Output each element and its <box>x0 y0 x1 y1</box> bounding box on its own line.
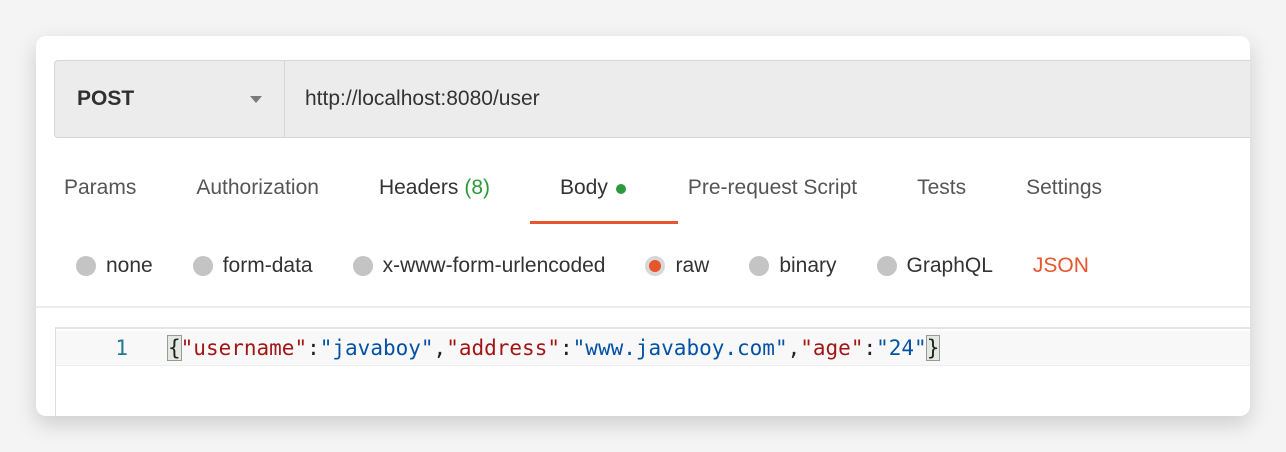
tab-label: Headers <box>378 176 459 199</box>
tab-headers[interactable]: Headers (8) <box>379 176 490 226</box>
radio-label: binary <box>779 254 837 277</box>
colon: : <box>307 336 320 360</box>
tab-label: Pre-request Script <box>687 176 858 199</box>
active-tab-underline <box>530 221 678 224</box>
method-select[interactable]: POST <box>55 61 285 137</box>
colon: : <box>863 336 877 360</box>
comma: , <box>787 336 801 360</box>
tab-label: Body <box>560 176 608 199</box>
radio-x-www-form-urlencoded[interactable]: x-www-form-urlencoded <box>352 254 606 278</box>
json-key: "age" <box>800 336 864 360</box>
headers-count: (8) <box>464 176 490 199</box>
json-value: "24" <box>876 336 927 360</box>
json-value: "javaboy" <box>319 336 434 360</box>
url-bar: POST http://localhost:8080/user <box>54 60 1250 138</box>
radio-label: none <box>106 254 153 277</box>
line-number: 1 <box>115 336 128 360</box>
brace-open: { <box>167 335 182 361</box>
code-line: 1 {"username": "javaboy", "address": "www.j… <box>56 331 1250 366</box>
comma: , <box>433 336 447 360</box>
tab-label: Params <box>64 176 137 199</box>
radio-binary[interactable]: binary <box>749 254 837 278</box>
radio-label: form-data <box>222 254 313 277</box>
divider <box>36 306 1250 308</box>
tab-params[interactable]: Params <box>64 176 136 226</box>
tab-tests[interactable]: Tests <box>917 176 966 226</box>
tab-pre-request-script[interactable]: Pre-request Script <box>688 176 857 226</box>
tab-body[interactable]: Body <box>530 176 678 226</box>
radio-none[interactable]: none <box>76 254 153 278</box>
request-tabs: Params Authorization Headers (8) Body Pre… <box>64 176 1102 226</box>
json-key: "username" <box>180 336 308 360</box>
radio-icon <box>192 256 213 276</box>
request-panel: POST http://localhost:8080/user Params A… <box>36 36 1250 416</box>
method-label: POST <box>77 87 135 110</box>
url-input[interactable]: http://localhost:8080/user <box>285 61 540 137</box>
tab-label: Tests <box>917 176 967 199</box>
radio-label: GraphQL <box>906 254 993 277</box>
radio-form-data[interactable]: form-data <box>192 254 313 278</box>
radio-icon <box>352 256 373 276</box>
body-editor[interactable]: 1 {"username": "javaboy", "address": "www.j… <box>55 327 1250 416</box>
radio-selected-icon <box>645 256 666 276</box>
radio-icon <box>749 256 770 276</box>
brace-close: } <box>925 335 941 361</box>
radio-icon <box>76 256 96 276</box>
colon: : <box>560 336 573 360</box>
tab-label: Authorization <box>196 176 319 199</box>
json-key: "address" <box>446 336 560 360</box>
tab-settings[interactable]: Settings <box>1026 176 1102 226</box>
json-value: "www.javaboy.com" <box>572 336 788 360</box>
body-indicator-dot <box>615 184 626 194</box>
radio-raw[interactable]: raw <box>645 254 709 278</box>
radio-label: raw <box>675 254 710 277</box>
radio-label: x-www-form-urlencoded <box>382 254 606 277</box>
radio-icon <box>876 256 897 276</box>
body-type-options: none form-data x-www-form-urlencoded raw… <box>76 254 1089 278</box>
tab-authorization[interactable]: Authorization <box>196 176 319 226</box>
format-select[interactable]: JSON <box>1033 254 1089 278</box>
chevron-down-icon <box>250 95 262 103</box>
tab-label: Settings <box>1026 176 1103 199</box>
radio-graphql[interactable]: GraphQL <box>876 254 993 278</box>
